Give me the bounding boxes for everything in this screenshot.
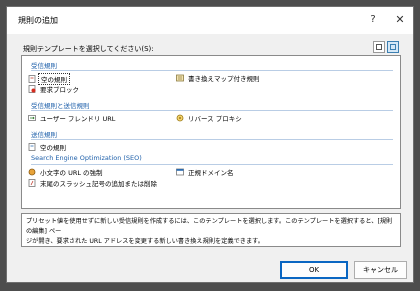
template-item-label: 小文字の URL の強制 (40, 169, 103, 177)
group-outbound-title: 送信規則 (31, 131, 57, 139)
description-line: プリセット値を使用せずに新しい受信規則を作成するには、このテンプレートを選択しま… (26, 218, 393, 235)
rule-template-list[interactable]: 受信規則 空の規則 要求ブロック 書き換えマップ付き規則 受信規則と送信規則 ユ… (21, 55, 401, 209)
title-bar: 規則の追加 ? ✕ (7, 7, 413, 34)
template-select-label: 規則テンプレートを選択してください(S): (23, 45, 154, 53)
template-item-block-request[interactable]: 要求ブロック (28, 84, 81, 94)
template-item-label: 書き換えマップ付き規則 (188, 75, 260, 83)
template-item-lowercase-url[interactable]: 小文字の URL の強制 (28, 167, 105, 177)
group-separator (31, 139, 393, 140)
template-item-rewrite-map-rule[interactable]: 書き換えマップ付き規則 (176, 73, 262, 83)
group-separator (31, 164, 393, 165)
template-item-canonical-domain[interactable]: 正規ドメイン名 (176, 167, 236, 177)
template-item-label: ユーザー フレンドリ URL (40, 115, 116, 123)
template-description: プリセット値を使用せずに新しい受信規則を作成するには、このテンプレートを選択しま… (21, 213, 401, 247)
template-item-label: 要求ブロック (40, 86, 79, 94)
user-friendly-url-icon (28, 115, 36, 121)
help-button[interactable]: ? (362, 11, 384, 29)
group-seo-title: Search Engine Optimization (SEO) (31, 154, 142, 162)
blank-rule-icon (28, 75, 36, 83)
large-icons-view-button[interactable] (373, 41, 385, 53)
blank-outbound-rule-icon (28, 143, 36, 151)
group-inbound-title: 受信規則 (31, 62, 57, 70)
list-view-icon (390, 44, 396, 50)
template-item-user-friendly-url[interactable]: ユーザー フレンドリ URL (28, 113, 117, 123)
dialog-title: 規則の追加 (18, 16, 58, 25)
group-separator (31, 70, 393, 71)
rewrite-map-rule-icon (176, 74, 184, 82)
add-rule-dialog: 規則の追加 ? ✕ 規則テンプレートを選択してください(S): 受信規則 空の規… (6, 6, 414, 283)
list-view-button[interactable] (387, 41, 399, 53)
template-item-blank-outbound[interactable]: 空の規則 (28, 142, 68, 152)
group-separator (31, 110, 393, 111)
description-line: ジが開き、要求された URL アドレスを変更する新しい書き換え規則を定義できます… (26, 238, 264, 245)
block-request-icon (28, 85, 36, 93)
cancel-button[interactable]: キャンセル (354, 261, 407, 279)
canonical-domain-icon (176, 168, 184, 176)
reverse-proxy-icon (176, 114, 184, 122)
template-item-label: 正規ドメイン名 (188, 169, 234, 177)
template-item-reverse-proxy[interactable]: リバース プロキシ (176, 113, 244, 123)
large-icons-view-icon (376, 44, 382, 50)
template-item-label: 末尾のスラッシュ記号の追加または削除 (40, 180, 157, 188)
template-item-trailing-slash[interactable]: 末尾のスラッシュ記号の追加または削除 (28, 178, 159, 188)
lowercase-url-icon (28, 168, 36, 176)
ok-button[interactable]: OK (280, 261, 348, 279)
group-inbound-outbound-title: 受信規則と送信規則 (31, 102, 90, 110)
template-item-label: 空の規則 (40, 144, 66, 152)
trailing-slash-icon (28, 179, 36, 187)
template-item-label: リバース プロキシ (188, 115, 242, 123)
close-button[interactable]: ✕ (389, 11, 411, 29)
